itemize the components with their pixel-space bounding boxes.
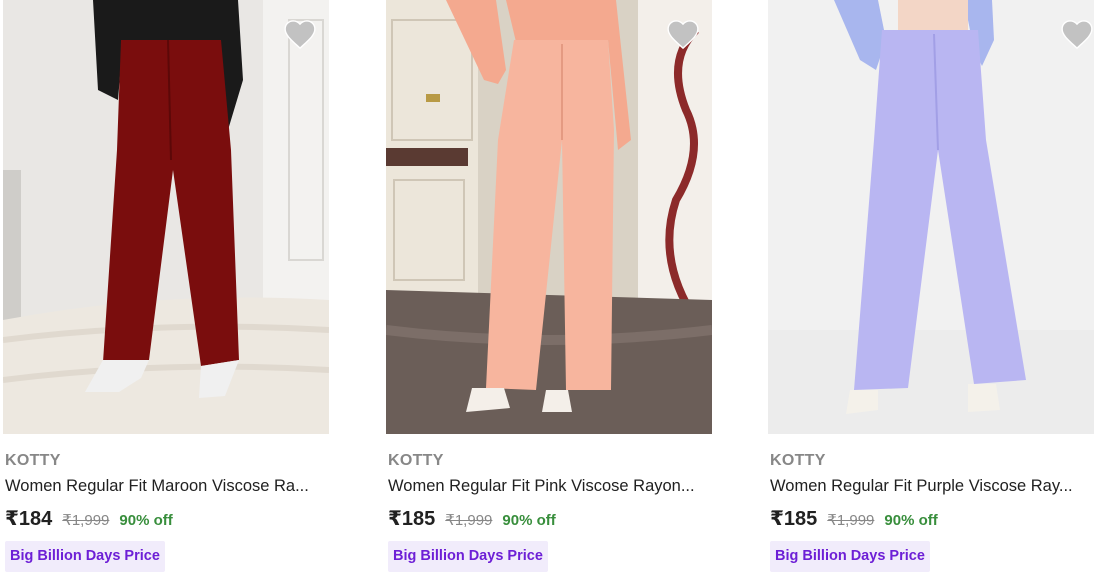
product-image[interactable] <box>386 0 712 434</box>
product-grid: KOTTY Women Regular Fit Maroon Viscose R… <box>0 0 1104 572</box>
offer-badge: Big Billion Days Price <box>5 541 165 572</box>
product-title[interactable]: Women Regular Fit Purple Viscose Ray... <box>770 477 1095 496</box>
heart-icon[interactable] <box>1060 18 1094 50</box>
price-row: ₹185 ₹1,999 90% off <box>770 506 938 532</box>
product-card[interactable]: KOTTY Women Regular Fit Pink Viscose Ray… <box>386 0 716 572</box>
price-row: ₹184 ₹1,999 90% off <box>5 506 173 532</box>
original-price: ₹1,999 <box>62 512 110 529</box>
discount-label: 90% off <box>884 512 938 529</box>
original-price: ₹1,999 <box>827 512 875 529</box>
selling-price: ₹184 <box>5 508 53 530</box>
heart-icon[interactable] <box>283 18 317 50</box>
heart-icon[interactable] <box>666 18 700 50</box>
product-image[interactable] <box>3 0 329 434</box>
product-title[interactable]: Women Regular Fit Pink Viscose Rayon... <box>388 477 713 496</box>
discount-label: 90% off <box>502 512 556 529</box>
product-title[interactable]: Women Regular Fit Maroon Viscose Ra... <box>5 477 330 496</box>
maroon-trousers-photo <box>3 0 329 434</box>
brand-name: KOTTY <box>770 452 826 469</box>
offer-badge: Big Billion Days Price <box>388 541 548 572</box>
offer-badge: Big Billion Days Price <box>770 541 930 572</box>
product-card[interactable]: KOTTY Women Regular Fit Purple Viscose R… <box>768 0 1098 572</box>
purple-trousers-photo <box>768 0 1094 434</box>
selling-price: ₹185 <box>388 508 436 530</box>
brand-name: KOTTY <box>388 452 444 469</box>
discount-label: 90% off <box>119 512 173 529</box>
original-price: ₹1,999 <box>445 512 493 529</box>
selling-price: ₹185 <box>770 508 818 530</box>
brand-name: KOTTY <box>5 452 61 469</box>
price-row: ₹185 ₹1,999 90% off <box>388 506 556 532</box>
product-image[interactable] <box>768 0 1094 434</box>
pink-trousers-photo <box>386 0 712 434</box>
product-card[interactable]: KOTTY Women Regular Fit Maroon Viscose R… <box>3 0 333 572</box>
